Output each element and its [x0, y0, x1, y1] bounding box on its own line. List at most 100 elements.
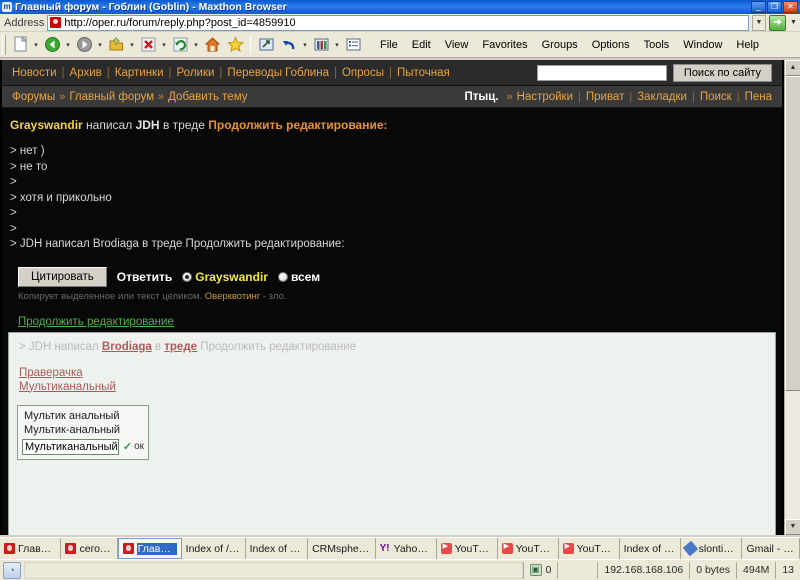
- tab-label: slontik's F...: [698, 542, 738, 555]
- nav-kartinki[interactable]: Картинки: [115, 67, 164, 79]
- tab-1[interactable]: сегодня...: [61, 538, 118, 559]
- tab-4[interactable]: Index of /Mus..: [246, 538, 309, 559]
- refresh-icon[interactable]: [169, 34, 191, 56]
- spell-ok-label: ок: [134, 441, 144, 452]
- tab-12[interactable]: Gmail - Inbox: [742, 538, 800, 559]
- home-icon[interactable]: [201, 34, 223, 56]
- spell-suggestion[interactable]: Мультик анальный: [22, 409, 144, 423]
- undo-caret-icon[interactable]: ▾: [301, 41, 309, 49]
- tab-7[interactable]: YouTube ...: [437, 538, 498, 559]
- address-dropdown-icon[interactable]: ▼: [752, 14, 766, 31]
- open-folder-caret-icon[interactable]: ▾: [128, 41, 136, 49]
- address-input[interactable]: http://oper.ru/forum/reply.php?post_id=4…: [47, 14, 749, 31]
- scroll-down-arrow-icon[interactable]: ▼: [785, 519, 800, 535]
- status-message-area: [24, 561, 523, 579]
- stop-icon[interactable]: [137, 34, 159, 56]
- back-caret-icon[interactable]: ▾: [64, 41, 72, 49]
- back-icon[interactable]: [41, 34, 63, 56]
- tab-9[interactable]: YouTube ...: [559, 538, 620, 559]
- tab-label: Главный ...: [18, 542, 57, 555]
- vertical-scrollbar[interactable]: ▲ ▼: [784, 60, 800, 535]
- status-blocked-popups[interactable]: ▣ 0: [522, 561, 558, 579]
- go-button[interactable]: ➜: [769, 14, 786, 31]
- menu-window[interactable]: Window: [676, 37, 729, 53]
- breadcrumb-add-topic[interactable]: Добавить тему: [168, 91, 247, 103]
- tab-10[interactable]: Index of /Vid...: [620, 538, 681, 559]
- tab-2-active[interactable]: Главный ...: [117, 538, 182, 559]
- scrollbar-thumb[interactable]: [785, 76, 800, 391]
- user-link-pena[interactable]: Пена: [745, 91, 772, 103]
- menu-view[interactable]: View: [438, 37, 476, 53]
- breadcrumb-arrow: »: [59, 90, 66, 103]
- list-icon[interactable]: [342, 34, 364, 56]
- tab-3[interactable]: Index of /Music: [182, 538, 246, 559]
- breadcrumb-main-forum[interactable]: Главный форум: [69, 91, 154, 103]
- nav-roliki[interactable]: Ролики: [177, 67, 215, 79]
- breadcrumb: Форумы » Главный форум » Добавить тему П…: [2, 86, 782, 108]
- close-button[interactable]: ✕: [783, 1, 798, 13]
- tools-icon[interactable]: [310, 34, 332, 56]
- minimize-button[interactable]: _: [751, 1, 766, 13]
- user-link-settings[interactable]: Настройки: [517, 91, 573, 103]
- message-editor[interactable]: > JDH написал Brodiaga в треде Продолжит…: [8, 331, 776, 535]
- editor-quote-link-trede[interactable]: треде: [164, 341, 197, 353]
- web-page: Новости | Архив | Картинки | Ролики | Пе…: [2, 60, 782, 535]
- new-page-caret-icon[interactable]: ▾: [32, 41, 40, 49]
- nav-novosti[interactable]: Новости: [12, 67, 57, 79]
- tab-6[interactable]: Y!Yahoo! M...: [376, 538, 437, 559]
- tab-label: Index of /Vid...: [623, 542, 676, 555]
- menu-favorites[interactable]: Favorites: [475, 37, 534, 53]
- spell-ok-button[interactable]: ✓ ок: [123, 440, 144, 453]
- new-page-icon[interactable]: [9, 34, 31, 56]
- menu-edit[interactable]: Edit: [405, 37, 438, 53]
- quote-button[interactable]: Цитировать: [18, 266, 107, 287]
- forward-caret-icon[interactable]: ▾: [96, 41, 104, 49]
- menu-groups[interactable]: Groups: [535, 37, 585, 53]
- site-search-input[interactable]: [536, 64, 667, 81]
- menu-file[interactable]: File: [373, 37, 405, 53]
- nav-perevody[interactable]: Переводы Гоблина: [227, 67, 329, 79]
- menu-tools[interactable]: Tools: [637, 37, 677, 53]
- spell-correction-input[interactable]: Мультиканальный: [22, 438, 119, 455]
- tools-caret-icon[interactable]: ▾: [333, 41, 341, 49]
- open-folder-icon[interactable]: [105, 34, 127, 56]
- fullscreen-icon[interactable]: [255, 34, 277, 56]
- subject-link[interactable]: Продолжить редактирование: [10, 316, 174, 328]
- scroll-up-arrow-icon[interactable]: ▲: [785, 60, 800, 76]
- nav-pytochnaya[interactable]: Пыточная: [397, 67, 450, 79]
- nav-sep: |: [219, 66, 223, 79]
- user-link-bookmarks[interactable]: Закладки: [637, 91, 687, 103]
- tab-11[interactable]: slontik's F...: [681, 538, 743, 559]
- site-search-button[interactable]: Поиск по сайту: [672, 63, 772, 82]
- nav-arhiv[interactable]: Архив: [70, 67, 102, 79]
- window-title: Главный форум - Гоблин (Goblin) - Maxtho…: [15, 1, 287, 13]
- user-link-search[interactable]: Поиск: [700, 91, 732, 103]
- status-counter: 13: [775, 561, 800, 579]
- nav-oprosy[interactable]: Опросы: [342, 67, 384, 79]
- stop-caret-icon[interactable]: ▾: [160, 41, 168, 49]
- spell-suggestion[interactable]: Мультик-анальный: [22, 423, 144, 437]
- tab-0[interactable]: Главный ...: [0, 538, 62, 559]
- user-link-privat[interactable]: Приват: [586, 91, 624, 103]
- toolbar-grip[interactable]: [2, 34, 6, 55]
- restore-button[interactable]: ❐: [767, 1, 782, 13]
- user-arrow: »: [506, 90, 513, 103]
- breadcrumb-forums[interactable]: Форумы: [12, 91, 55, 103]
- radio-label: всем: [290, 269, 321, 284]
- undo-icon[interactable]: [278, 34, 300, 56]
- menu-help[interactable]: Help: [729, 37, 766, 53]
- editor-quote-link-brodiaga[interactable]: Brodiaga: [102, 341, 152, 353]
- youtube-icon: [562, 542, 574, 554]
- refresh-caret-icon[interactable]: ▾: [192, 41, 200, 49]
- site-search-area: Поиск по сайту: [536, 63, 772, 82]
- favorites-star-icon[interactable]: [224, 34, 246, 56]
- tab-8[interactable]: YouTube ...: [498, 538, 559, 559]
- title-bar: m Главный форум - Гоблин (Goblin) - Maxt…: [0, 0, 800, 14]
- radio-reply-to-all[interactable]: всем: [277, 269, 321, 284]
- go-dropdown-icon[interactable]: ▼: [789, 19, 798, 26]
- menu-options[interactable]: Options: [585, 37, 637, 53]
- forward-icon[interactable]: [73, 34, 95, 56]
- oper-icon: [65, 543, 77, 554]
- tab-5[interactable]: CRMsphere™...: [308, 538, 376, 559]
- radio-reply-to-author[interactable]: Grayswandir: [182, 270, 268, 284]
